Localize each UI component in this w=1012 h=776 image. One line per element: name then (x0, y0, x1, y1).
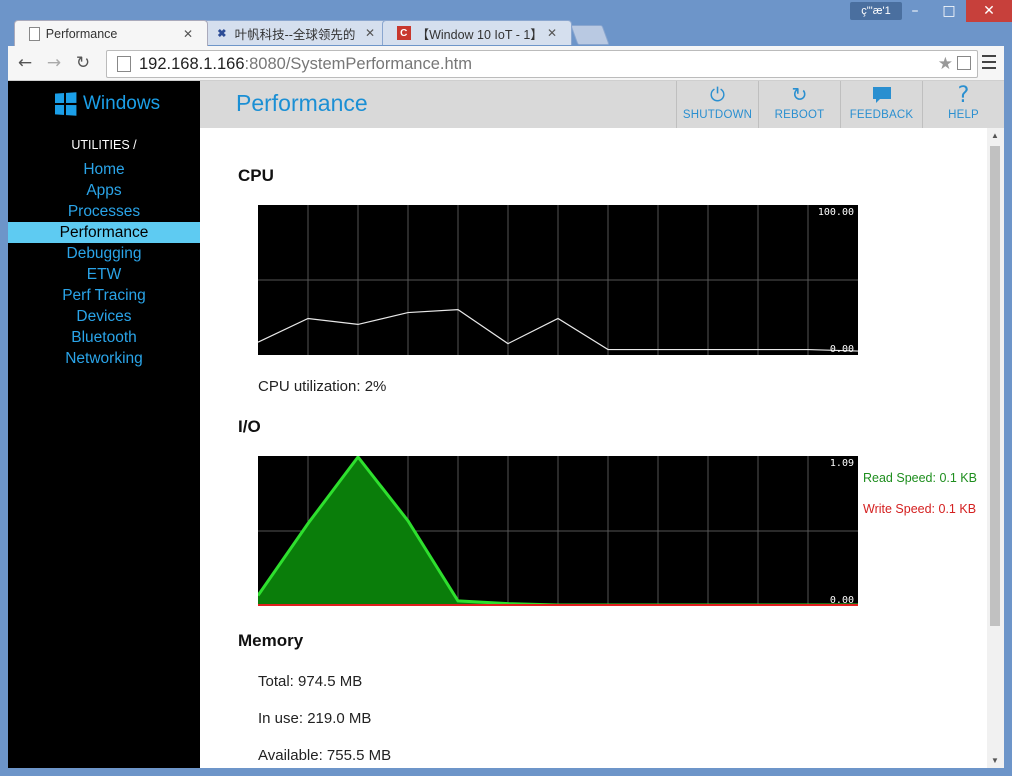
sidebar-item-etw[interactable]: ETW (8, 264, 200, 285)
cpu-grid (258, 205, 858, 355)
new-tab-button[interactable] (570, 25, 610, 45)
sidebar-section-title: UTILITIES / (71, 138, 137, 152)
close-window-button[interactable]: ✕ (966, 0, 1012, 22)
scroll-up-arrow-icon[interactable]: ▲ (991, 131, 999, 140)
tab-label: Performance (45, 26, 118, 41)
sidebar-item-perf-tracing[interactable]: Perf Tracing (8, 285, 200, 306)
reload-icon[interactable]: ↻ (73, 53, 93, 73)
windows-flag-icon (54, 92, 77, 116)
forward-arrow-icon[interactable]: → (44, 53, 64, 73)
help-label: HELP (948, 109, 979, 121)
cpu-max-label: 100.00 (818, 207, 854, 218)
window-controls: – □ ✕ (898, 0, 1012, 24)
cpu-chart: 100.00 0.00 (258, 205, 858, 355)
sidebar-item-home[interactable]: Home (8, 159, 200, 180)
menu-hamburger-icon[interactable] (982, 55, 996, 69)
question-mark-icon: ? (957, 82, 970, 108)
c-logo-icon: C (397, 26, 411, 40)
tab-performance[interactable]: Performance ✕ (14, 20, 208, 46)
cpu-chart-svg: 100.00 0.00 (258, 205, 858, 355)
minimize-button[interactable]: – (898, 0, 932, 22)
speech-bubble-icon (841, 81, 922, 109)
tab-window10-iot[interactable]: C 【Window 10 IoT - 1】V ✕ (382, 20, 572, 45)
tab-close-icon[interactable]: ✕ (547, 26, 557, 40)
maximize-button[interactable]: □ (932, 0, 966, 22)
reboot-label: REBOOT (774, 109, 825, 121)
shutdown-button[interactable]: ⏻ SHUTDOWN (676, 81, 758, 128)
tab-label: 【Window 10 IoT - 1】V (416, 27, 537, 42)
x-logo-icon: ✖ (217, 27, 227, 40)
cpu-heading: CPU (238, 166, 274, 185)
sidebar: Windows UTILITIES / Home Apps Processes … (8, 81, 200, 768)
address-bar[interactable]: 192.168.1.166:8080/SystemPerformance.htm… (106, 50, 978, 78)
sidebar-item-processes[interactable]: Processes (8, 201, 200, 222)
sidebar-item-devices[interactable]: Devices (8, 306, 200, 327)
reboot-button[interactable]: ↻ REBOOT (758, 81, 840, 128)
sidebar-item-apps[interactable]: Apps (8, 180, 200, 201)
address-url: 192.168.1.166:8080/SystemPerformance.htm (139, 54, 472, 73)
page-viewport: Windows UTILITIES / Home Apps Processes … (8, 81, 1004, 768)
memory-total: Total: 974.5 MB (258, 673, 363, 690)
page-header: Performance ⏻ SHUTDOWN ↻ REBOOT FEEDBACK… (200, 81, 1004, 128)
feedback-label: FEEDBACK (849, 109, 914, 121)
sidebar-nav: Home Apps Processes Performance Debuggin… (8, 159, 200, 369)
brand-text: Windows (83, 93, 161, 114)
main-content: Performance ⏻ SHUTDOWN ↻ REBOOT FEEDBACK… (200, 81, 1004, 768)
sidebar-item-performance[interactable]: Performance (8, 222, 200, 243)
io-heading: I/O (238, 417, 261, 436)
extension-icon[interactable] (957, 56, 971, 70)
bookmark-star-icon[interactable]: ★ (938, 54, 953, 74)
sidebar-item-networking[interactable]: Networking (8, 348, 200, 369)
back-arrow-icon[interactable]: ← (15, 53, 35, 73)
tab-yefan[interactable]: ✖ 叶帆科技--全球领先的物联 ✕ (200, 20, 390, 45)
memory-heading: Memory (238, 631, 304, 650)
tab-strip: Performance ✕ ✖ 叶帆科技--全球领先的物联 ✕ C 【Windo… (14, 20, 610, 46)
io-min-label: 0.00 (830, 595, 854, 606)
read-speed-legend: Read Speed: 0.1 KB (863, 471, 977, 485)
io-chart: 1.09 0.00 (258, 456, 858, 606)
io-chart-svg: 1.09 0.00 (258, 456, 858, 606)
tab-label: 叶帆科技--全球领先的物联 (234, 27, 355, 42)
scrollbar-thumb[interactable] (990, 146, 1000, 626)
refresh-icon: ↻ (791, 84, 808, 106)
windows-logo[interactable]: Windows (54, 92, 161, 116)
shutdown-label: SHUTDOWN (682, 109, 753, 121)
browser-title-bar: ç"'æ'1 – □ ✕ Performance ✕ ✖ 叶帆科技--全球领先的… (0, 0, 1012, 46)
sidebar-item-debugging[interactable]: Debugging (8, 243, 200, 264)
profile-badge[interactable]: ç"'æ'1 (850, 2, 902, 20)
memory-in-use: In use: 219.0 MB (258, 710, 372, 727)
page-icon (117, 56, 131, 72)
write-speed-legend: Write Speed: 0.1 KB (863, 502, 977, 516)
vertical-scrollbar[interactable]: ▲ ▼ (987, 128, 1004, 768)
help-button[interactable]: ? HELP (922, 81, 1004, 128)
tab-close-icon[interactable]: ✕ (183, 27, 193, 41)
page-title: Performance (236, 90, 368, 116)
power-icon: ⏻ (709, 84, 726, 106)
scroll-down-arrow-icon[interactable]: ▼ (991, 756, 999, 765)
memory-available: Available: 755.5 MB (258, 747, 392, 764)
sidebar-item-bluetooth[interactable]: Bluetooth (8, 327, 200, 348)
feedback-button[interactable]: FEEDBACK (840, 81, 922, 128)
scroll-area[interactable]: CPU 100.00 0.00 CPU utilization: 2% I/O (200, 128, 1004, 768)
cpu-utilization-text: CPU utilization: 2% (258, 378, 387, 395)
browser-toolbar: ← → ↻ 192.168.1.166:8080/SystemPerforman… (8, 46, 1004, 81)
io-max-label: 1.09 (830, 458, 854, 469)
tab-close-icon[interactable]: ✕ (365, 26, 375, 40)
cpu-min-label: 0.00 (830, 344, 854, 355)
page-icon (29, 26, 40, 41)
